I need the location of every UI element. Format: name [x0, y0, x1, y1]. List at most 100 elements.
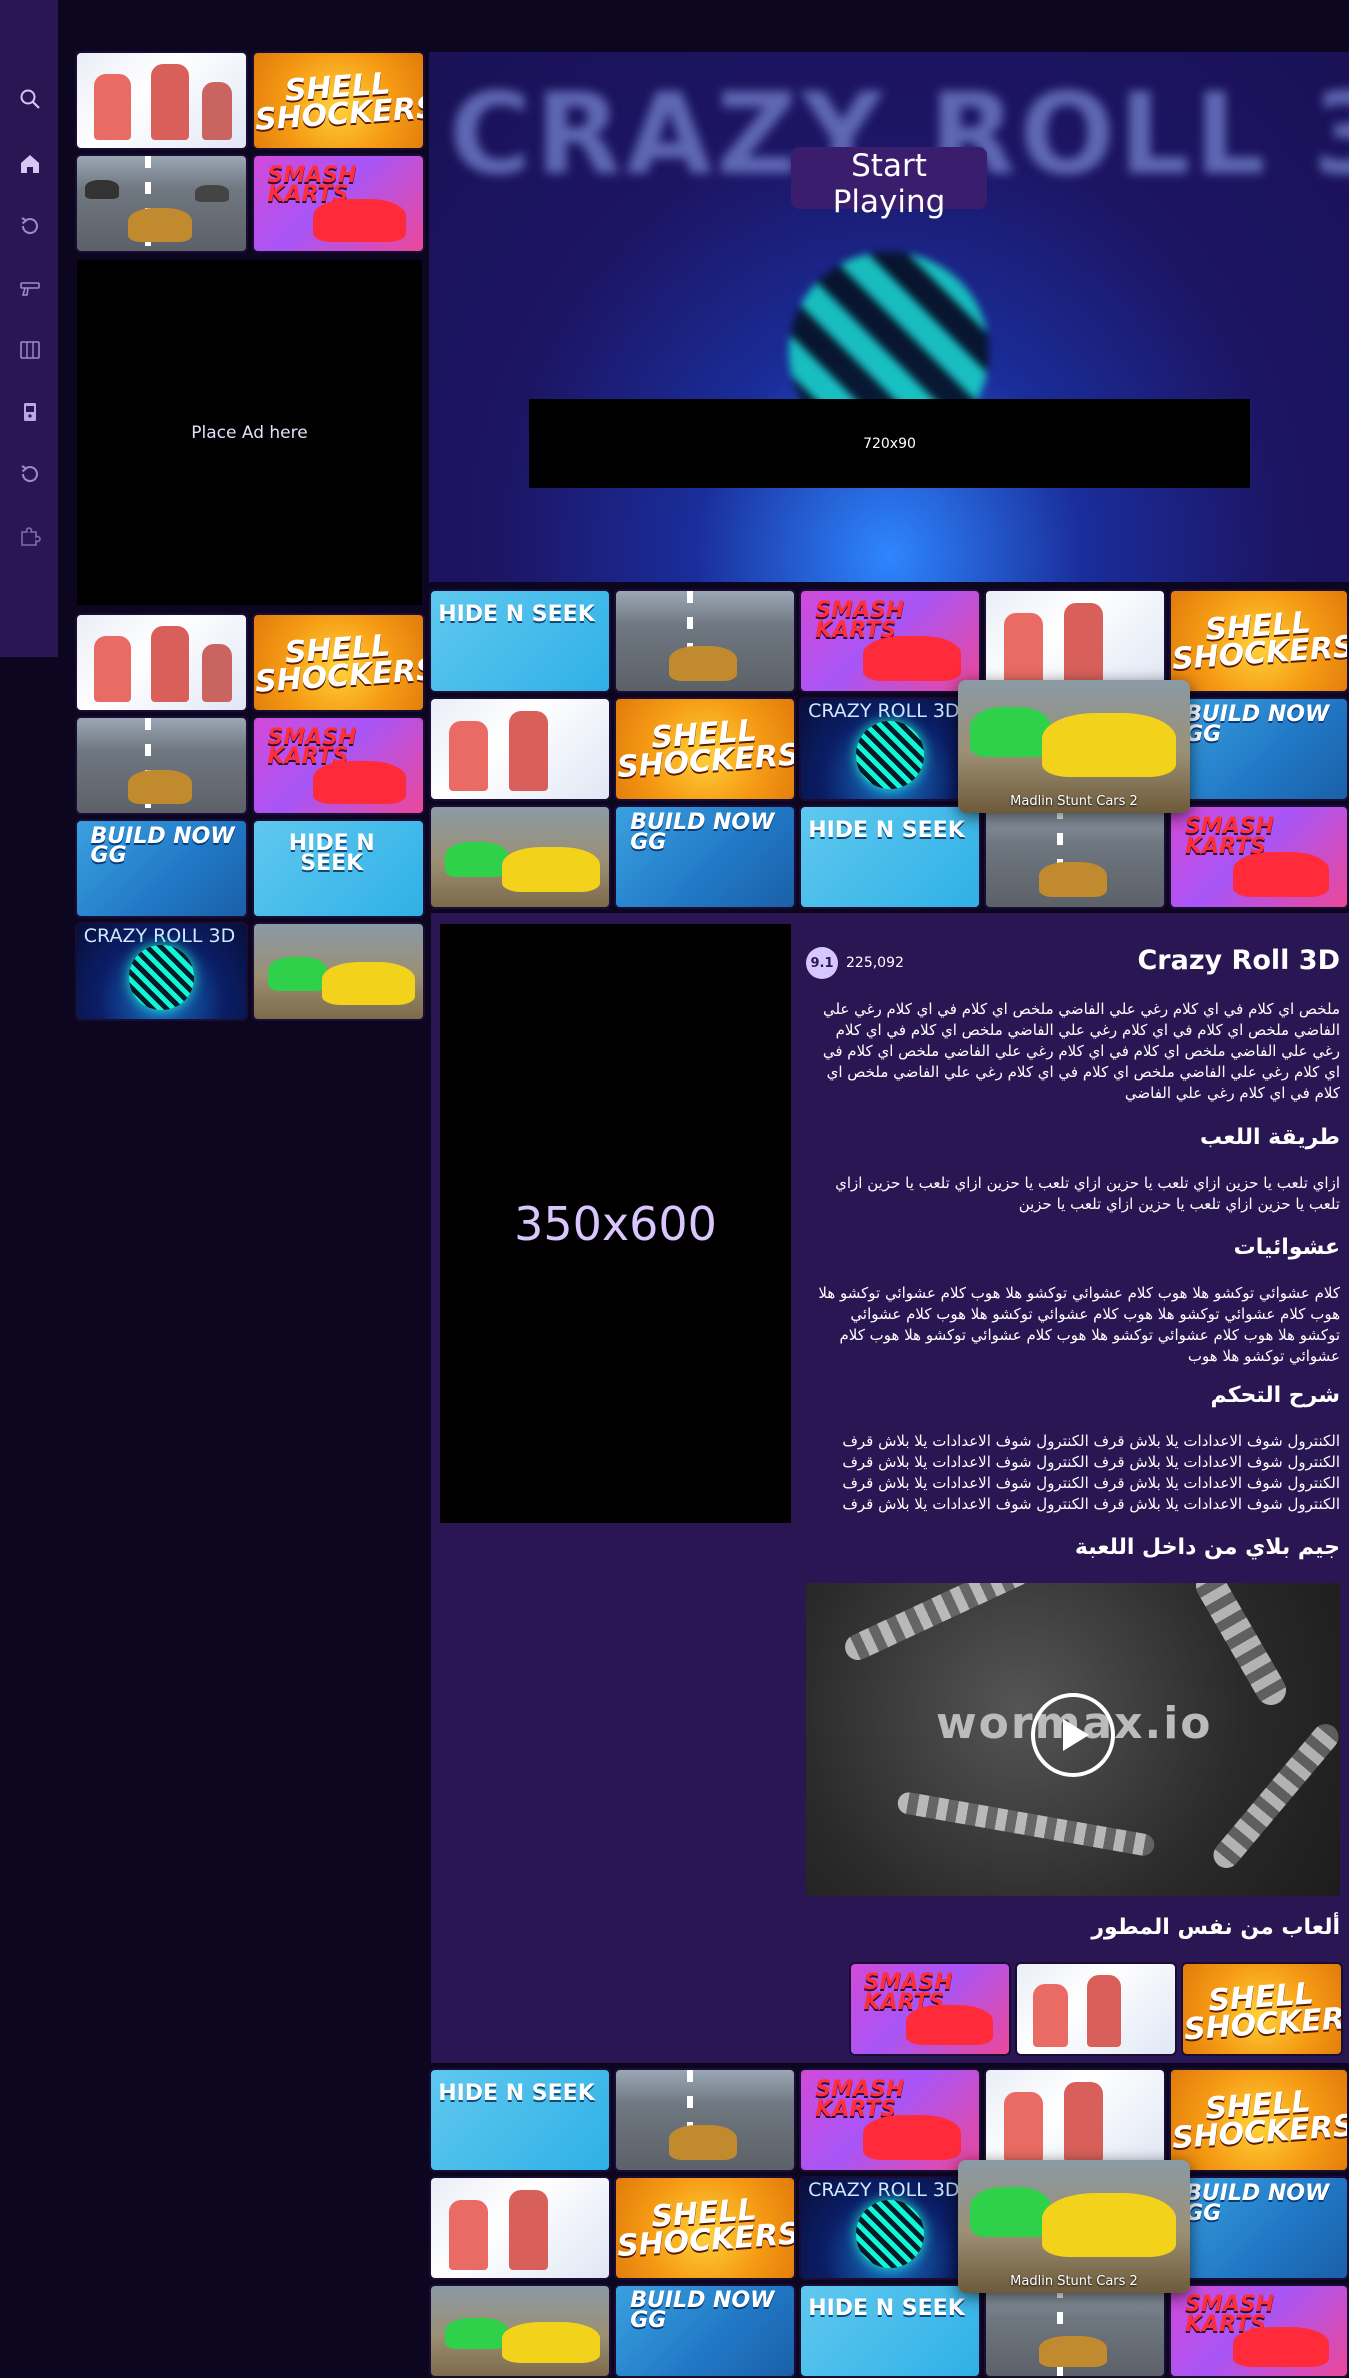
same-developer-heading: ألعاب من نفس المطور: [1091, 1915, 1340, 1940]
game-tile[interactable]: [984, 2284, 1166, 2378]
random-text: كلام عشوائي توكشو هلا هوب كلام عشوائي تو…: [818, 1284, 1340, 1365]
ad-placeholder: Place Ad here: [77, 260, 422, 605]
map-icon[interactable]: [17, 337, 43, 363]
game-tile[interactable]: SHELL SHOCKERS: [614, 2176, 796, 2280]
game-tile[interactable]: SMASH KARTS: [1169, 805, 1349, 909]
preview-title: Madlin Stunt Cars 2: [1010, 2274, 1138, 2289]
game-tile[interactable]: [1015, 1962, 1177, 2056]
ad-label: Place Ad here: [191, 422, 308, 443]
search-icon[interactable]: [17, 86, 43, 112]
game-tile[interactable]: [75, 613, 248, 712]
game-tile[interactable]: [429, 2176, 611, 2280]
tile-title: SHELL SHOCKERS: [615, 713, 796, 786]
gameplay-video[interactable]: wormax.io: [806, 1583, 1340, 1896]
game-tile[interactable]: [984, 2068, 1166, 2172]
game-tile[interactable]: [984, 805, 1166, 909]
game-tile[interactable]: SHELL SHOCKERS: [252, 51, 425, 150]
game-tile[interactable]: BUILD NOW GG: [614, 2284, 796, 2378]
arcade-icon[interactable]: [17, 399, 43, 425]
start-playing-button[interactable]: Start Playing: [791, 147, 987, 220]
ad-label: 350x600: [514, 1196, 717, 1251]
game-tile[interactable]: SMASH KARTS: [849, 1962, 1011, 2056]
recent-icon[interactable]: [17, 213, 43, 239]
game-tile[interactable]: [614, 589, 796, 693]
game-tile[interactable]: [75, 154, 248, 253]
game-tile[interactable]: BUILD NOW GG: [1169, 2176, 1349, 2280]
game-tile[interactable]: HIDE N SEEK: [799, 2284, 981, 2378]
sidebar: [0, 0, 58, 657]
ad-label: 720x90: [863, 435, 916, 452]
play-icon: [1063, 1719, 1089, 1751]
tile-title: HIDE N SEEK: [288, 831, 375, 877]
random-heading: عشوائيات: [1233, 1235, 1340, 1260]
game-hero: CRAZY ROLL 3D Start Playing 720x90: [429, 52, 1349, 582]
tile-title: BUILD NOW GG: [630, 2288, 775, 2334]
game-tile[interactable]: CRAZY ROLL 3D: [75, 922, 248, 1021]
rating: 9.1 225,092: [806, 947, 904, 979]
game-tile[interactable]: SHELL SHOCKERS: [252, 613, 425, 712]
game-tile[interactable]: [429, 2284, 611, 2378]
game-tile[interactable]: [429, 805, 611, 909]
game-tile[interactable]: CRAZY ROLL 3D: [799, 2176, 981, 2280]
howto-heading: طريقة اللعب: [1200, 1125, 1340, 1150]
tile-title: HIDE N SEEK: [438, 602, 595, 627]
game-description: ملخص اي كلام في اي كلام رغي علي الفاضي م…: [822, 1000, 1340, 1102]
rating-badge: 9.1: [806, 947, 838, 979]
tile-title: HIDE N SEEK: [438, 2081, 595, 2106]
game-tile[interactable]: [429, 697, 611, 801]
howto-text: ازاي تلعب يا حزين ازاي تلعب يا حزين ازاي…: [835, 1174, 1340, 1213]
game-tile[interactable]: SHELL SHOCKERS: [614, 697, 796, 801]
game-tile[interactable]: CRAZY ROLL 3D: [799, 697, 981, 801]
tile-title: SHELL SHOCKERS: [253, 628, 425, 700]
game-tile[interactable]: SMASH KARTS: [799, 2068, 981, 2172]
tile-title: BUILD NOW GG: [90, 823, 235, 869]
tile-title: HIDE N SEEK: [808, 818, 965, 843]
game-tile[interactable]: BUILD NOW GG: [614, 805, 796, 909]
game-info-panel: 350x600 Crazy Roll 3D 9.1 225,092 ملخص ا…: [431, 913, 1349, 2063]
controls-heading: شرح التحكم: [1210, 1383, 1340, 1408]
game-tile[interactable]: [252, 922, 425, 1021]
game-tile[interactable]: [984, 589, 1166, 693]
gameplay-heading: جيم بلاي من داخل اللعبة: [1074, 1535, 1340, 1560]
refresh-icon[interactable]: [17, 461, 43, 487]
tile-title: SHELL SHOCKERS: [1182, 1976, 1343, 2048]
tile-title: HIDE N SEEK: [808, 2295, 965, 2321]
tile-title: SMASH KARTS: [1185, 814, 1275, 859]
game-tile[interactable]: HIDE N SEEK: [799, 805, 981, 909]
game-tile[interactable]: [614, 2068, 796, 2172]
game-tile[interactable]: [75, 716, 248, 815]
game-tile[interactable]: SMASH KARTS: [252, 154, 425, 253]
game-tile[interactable]: SHELL SHOCKERS: [1169, 2068, 1349, 2172]
play-count: 225,092: [846, 955, 904, 971]
controls-text: الكنترول شوف الاعدادات يلا بلاش قرف الكن…: [842, 1432, 1340, 1513]
tile-title: BUILD NOW GG: [1185, 2181, 1330, 2226]
ad-banner: 720x90: [529, 399, 1250, 488]
game-tile[interactable]: BUILD NOW GG: [1169, 697, 1349, 801]
game-tile[interactable]: HIDE N SEEK: [429, 2068, 611, 2172]
tile-title: CRAZY ROLL 3D: [808, 2179, 960, 2201]
tile-title: BUILD NOW GG: [1185, 702, 1330, 747]
game-hover-preview[interactable]: Madlin Stunt Cars 2: [958, 2160, 1190, 2293]
game-tile[interactable]: SMASH KARTS: [799, 589, 981, 693]
game-tile[interactable]: [75, 51, 248, 150]
tile-title: SMASH KARTS: [815, 2077, 905, 2122]
game-tile[interactable]: BUILD NOW GG: [75, 819, 248, 918]
home-icon[interactable]: [17, 151, 43, 177]
preview-title: Madlin Stunt Cars 2: [1010, 794, 1138, 809]
tile-title: SHELL SHOCKERS: [615, 2192, 796, 2265]
tile-title: SHELL SHOCKERS: [1170, 605, 1349, 678]
game-tile[interactable]: SHELL SHOCKERS: [1169, 589, 1349, 693]
puzzle-icon[interactable]: [17, 523, 43, 549]
tile-title: CRAZY ROLL 3D: [83, 924, 236, 947]
gun-icon[interactable]: [17, 275, 43, 301]
game-tile[interactable]: HIDE N SEEK: [252, 819, 425, 918]
game-tile[interactable]: SHELL SHOCKERS: [1181, 1962, 1343, 2056]
game-tile[interactable]: SMASH KARTS: [252, 716, 425, 815]
tile-title: SHELL SHOCKERS: [1170, 2084, 1349, 2157]
game-tile[interactable]: SMASH KARTS: [1169, 2284, 1349, 2378]
ad-skyscraper: 350x600: [440, 924, 791, 1523]
play-video-button[interactable]: [1031, 1693, 1115, 1777]
game-hover-preview[interactable]: Madlin Stunt Cars 2: [958, 680, 1190, 813]
game-title: Crazy Roll 3D: [1137, 945, 1340, 976]
game-tile[interactable]: HIDE N SEEK: [429, 589, 611, 693]
